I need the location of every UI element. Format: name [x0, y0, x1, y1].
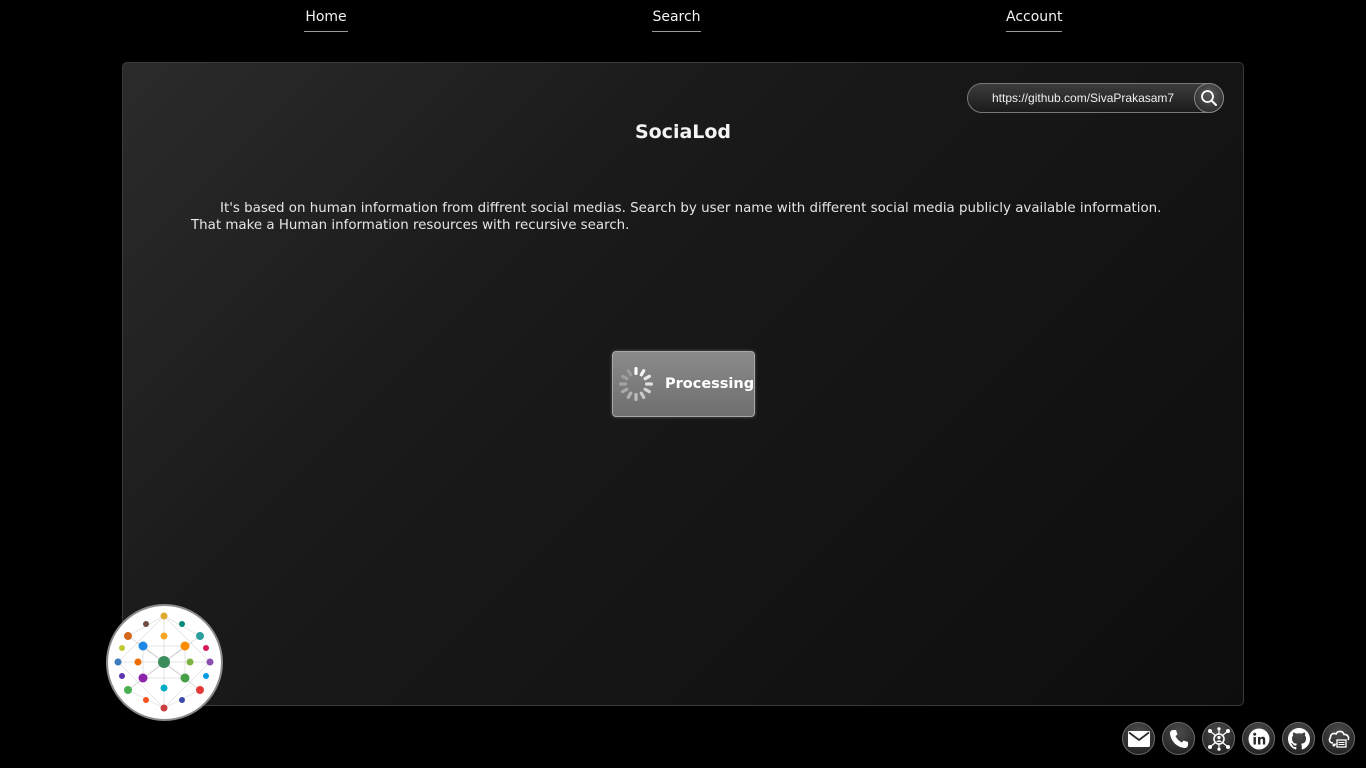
phone-icon — [1169, 729, 1188, 748]
spinner-icon — [619, 367, 653, 401]
network-icon — [1207, 726, 1230, 751]
app-description: It's based on human information from dif… — [191, 201, 1162, 233]
mail-button[interactable] — [1122, 722, 1155, 755]
cloud-button[interactable] — [1322, 722, 1355, 755]
processing-label: Processing — [665, 376, 755, 392]
page-title: SociaLod — [634, 121, 732, 143]
nav-account-link[interactable]: Account — [1006, 9, 1063, 32]
linkedin-button[interactable] — [1242, 722, 1275, 755]
network-button[interactable] — [1202, 722, 1235, 755]
top-navigation: Home Search Account — [0, 0, 1366, 40]
phone-button[interactable] — [1162, 722, 1195, 755]
processing-indicator: Processing — [612, 351, 755, 417]
search-input[interactable] — [982, 84, 1188, 112]
social-links-bar — [1122, 722, 1362, 756]
linkedin-icon — [1248, 728, 1269, 749]
search-icon — [1201, 90, 1217, 106]
main-panel: SociaLod It's based on human information… — [122, 62, 1244, 706]
mail-icon — [1127, 730, 1150, 747]
github-icon — [1287, 727, 1310, 749]
search-button[interactable] — [1194, 83, 1224, 113]
cloud-icon — [1328, 730, 1349, 748]
nav-home-link[interactable]: Home — [304, 9, 348, 32]
social-network-logo — [106, 604, 223, 721]
nav-search-link[interactable]: Search — [652, 9, 701, 32]
search-box — [967, 83, 1224, 113]
github-button[interactable] — [1282, 722, 1315, 755]
